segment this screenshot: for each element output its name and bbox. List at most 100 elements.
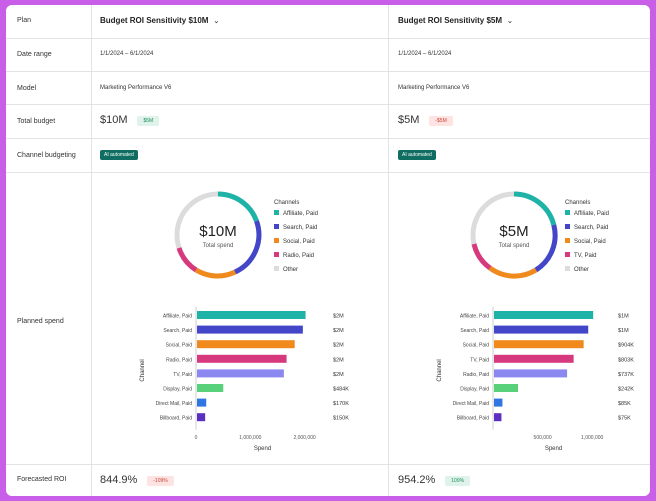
y-tick-label: Billboard, Paid bbox=[457, 416, 489, 422]
legend-swatch bbox=[565, 266, 570, 271]
ai-automated-badge-1: AI automated bbox=[100, 150, 138, 160]
budget-delta-badge-2: -$5M bbox=[429, 116, 453, 127]
row-total-budget: Total budget $10M $5M $5M -$5M bbox=[6, 104, 650, 139]
row-label-plan: Plan bbox=[17, 17, 32, 24]
legend-title-2: Channels bbox=[565, 200, 590, 206]
y-tick-label: Direct Mail, Paid bbox=[156, 401, 193, 407]
bar-data-label: $2M bbox=[333, 328, 344, 334]
legend-item: Search, Paid bbox=[574, 225, 608, 231]
forecast-roi-cell-2: 954.2% 109% bbox=[398, 474, 471, 487]
y-tick-label: TV, Paid bbox=[173, 372, 192, 378]
donut-segment-affiliate bbox=[513, 191, 557, 226]
x-axis-label: Spend bbox=[254, 446, 271, 452]
roi-delta-badge-1: -109% bbox=[147, 476, 174, 487]
bar-data-label: $1M bbox=[618, 328, 629, 334]
y-tick-label: Radio, Paid bbox=[463, 372, 489, 378]
y-tick-label: Radio, Paid bbox=[166, 357, 192, 363]
planned-spend-charts-1: $10M Total spend Channels Affiliate, Pai… bbox=[140, 191, 349, 452]
legend-swatch bbox=[565, 224, 570, 229]
forecast-roi-value-1: 844.9% bbox=[100, 474, 138, 486]
donut-segment-search bbox=[233, 220, 262, 275]
y-tick-label: Affiliate, Paid bbox=[460, 314, 489, 320]
roi-delta-badge-2: 109% bbox=[445, 476, 471, 487]
y-tick-label: Billboard, Paid bbox=[160, 416, 192, 422]
y-tick-label: Search, Paid bbox=[460, 328, 489, 334]
x-tick-label: 500,000 bbox=[534, 435, 552, 441]
legend-1: Channels Affiliate, Paid Search, Paid So… bbox=[274, 200, 318, 273]
donut-segment-search bbox=[534, 224, 558, 273]
chevron-down-icon: ⌄ bbox=[507, 17, 513, 25]
row-label-date-range: Date range bbox=[17, 51, 52, 58]
donut-center-value-2: $5M bbox=[499, 223, 528, 240]
bar bbox=[494, 311, 594, 319]
bar bbox=[197, 340, 295, 349]
legend-item: Other bbox=[283, 267, 298, 273]
bar bbox=[494, 340, 584, 349]
legend-swatch bbox=[565, 210, 570, 215]
model-value-1: Marketing Performance V6 bbox=[100, 85, 172, 91]
y-tick-label: Social, Paid bbox=[166, 343, 193, 349]
bar-data-label: $484K bbox=[333, 387, 349, 393]
x-tick-label: 0 bbox=[195, 435, 198, 441]
legend-swatch bbox=[274, 210, 279, 215]
bar bbox=[494, 384, 519, 392]
x-axis-label: Spend bbox=[545, 446, 562, 452]
total-budget-cell-2: $5M -$5M bbox=[398, 114, 453, 127]
total-budget-value-2: $5M bbox=[398, 114, 420, 126]
legend-title-1: Channels bbox=[274, 200, 299, 206]
bar bbox=[197, 413, 206, 422]
bar bbox=[197, 398, 207, 407]
bar bbox=[197, 311, 306, 319]
total-budget-cell-1: $10M $5M bbox=[100, 114, 160, 127]
bar-chart-2: Affiliate, Paid $1M Search, Paid $1M Social,… bbox=[437, 307, 634, 452]
donut-chart-2: $5M Total spend bbox=[470, 191, 558, 279]
row-planned-spend: Planned spend $10M Total spend Channels … bbox=[6, 172, 650, 465]
comparison-table: Plan Budget ROI Sensitivity $10M ⌄ Budge… bbox=[6, 5, 650, 496]
bar-data-label: $150K bbox=[333, 416, 349, 422]
bar bbox=[494, 325, 589, 334]
y-tick-label: Direct Mail, Paid bbox=[453, 401, 490, 407]
legend-swatch bbox=[274, 266, 279, 271]
x-tick-label: 1,000,000 bbox=[239, 435, 261, 441]
plan-name-2: Budget ROI Sensitivity $5M bbox=[398, 16, 503, 25]
bar bbox=[494, 369, 568, 378]
row-label-model: Model bbox=[17, 85, 37, 92]
row-forecasted-roi: Forecasted ROI 844.9% -109% 954.2% 109% bbox=[6, 464, 650, 496]
y-tick-label: Search, Paid bbox=[163, 328, 192, 334]
legend-item: Social, Paid bbox=[283, 239, 315, 245]
donut-segment-affiliate bbox=[217, 191, 259, 222]
legend-swatch bbox=[565, 252, 570, 257]
donut-segment-social bbox=[488, 265, 538, 279]
legend-item: Affiliate, Paid bbox=[283, 211, 318, 217]
bar-chart-1: Affiliate, Paid $2M Search, Paid $2M Social,… bbox=[140, 307, 349, 452]
plan-name-1: Budget ROI Sensitivity $10M bbox=[100, 16, 209, 25]
x-tick-label: 2,000,000 bbox=[293, 435, 315, 441]
bar bbox=[197, 354, 287, 363]
donut-center-label-2: Total spend bbox=[499, 243, 530, 249]
plan-selector-1[interactable]: Budget ROI Sensitivity $10M ⌄ bbox=[100, 16, 219, 25]
y-tick-label: Social, Paid bbox=[463, 343, 490, 349]
bar-data-label: $75K bbox=[618, 416, 631, 422]
legend-item: Other bbox=[574, 267, 589, 273]
row-label-channel-budgeting: Channel budgeting bbox=[17, 152, 76, 159]
bar bbox=[197, 325, 303, 334]
legend-swatch bbox=[274, 252, 279, 257]
bar bbox=[494, 354, 574, 363]
bar bbox=[494, 398, 503, 407]
row-label-total-budget: Total budget bbox=[17, 118, 56, 125]
y-tick-label: Affiliate, Paid bbox=[163, 314, 192, 320]
forecast-roi-value-2: 954.2% bbox=[398, 474, 436, 486]
legend-item: TV, Paid bbox=[574, 253, 596, 259]
row-date-range: Date range 1/1/2024 – 6/1/2024 1/1/2024 … bbox=[6, 38, 650, 72]
plan-selector-2[interactable]: Budget ROI Sensitivity $5M ⌄ bbox=[398, 16, 513, 25]
legend-item: Search, Paid bbox=[283, 225, 317, 231]
planned-spend-charts-2: $5M Total spend Channels Affiliate, Paid… bbox=[437, 191, 634, 452]
bar bbox=[197, 369, 284, 378]
y-tick-label: Display, Paid bbox=[163, 387, 192, 393]
donut-center-value-1: $10M bbox=[199, 223, 237, 240]
bar-data-label: $2M bbox=[333, 343, 344, 349]
bar-data-label: $737K bbox=[618, 372, 634, 378]
bar-data-label: $242K bbox=[618, 387, 634, 393]
bar-data-label: $2M bbox=[333, 357, 344, 363]
row-label-planned-spend: Planned spend bbox=[17, 318, 64, 325]
